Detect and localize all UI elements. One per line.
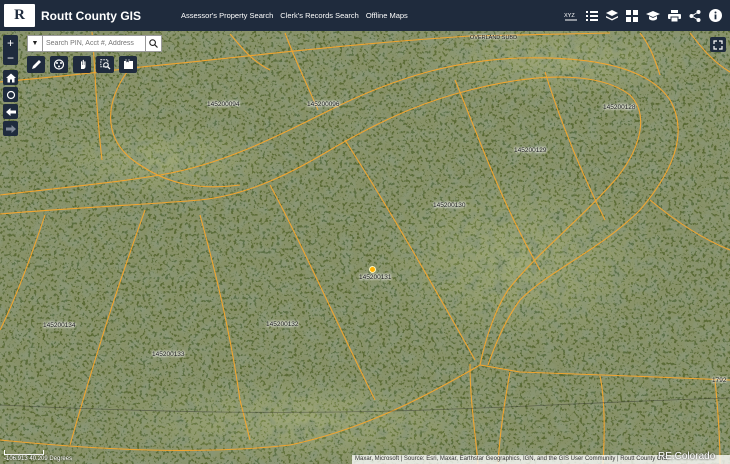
zoom-control: + −: [3, 35, 18, 65]
locate-icon: [6, 90, 15, 99]
map-view[interactable]: OVERLAND SUBD: [0, 31, 730, 464]
subdivision-label: OVERLAND SUBD: [470, 35, 518, 41]
select-button[interactable]: [96, 56, 114, 73]
top-bar: R Routt County GIS Assessor's Property S…: [0, 0, 730, 31]
bookmark-button[interactable]: [119, 56, 137, 73]
layers-icon[interactable]: [606, 9, 618, 22]
app-title: Routt County GIS: [41, 8, 141, 23]
scale-bar: [4, 450, 44, 455]
parcel-label[interactable]: 145200134: [43, 322, 76, 329]
parcel-label[interactable]: 1792: [712, 377, 726, 384]
home-button[interactable]: [3, 70, 18, 85]
basemap-icon[interactable]: [626, 9, 638, 22]
bookmark-icon: [123, 59, 133, 69]
nav-offline-maps[interactable]: Offline Maps: [366, 11, 408, 20]
parcel-label[interactable]: 145200130: [433, 202, 466, 209]
print-icon[interactable]: [668, 9, 681, 22]
zoom-out-button[interactable]: −: [3, 50, 18, 65]
map-nav-stack: [3, 70, 18, 136]
parcel-label[interactable]: 145200128: [603, 104, 636, 111]
county-logo: R: [4, 4, 35, 27]
search-icon: [149, 39, 158, 48]
svg-text:XYZ: XYZ: [564, 13, 575, 19]
measure-icon: [53, 59, 65, 70]
search-box: ▼: [27, 35, 162, 52]
locate-button[interactable]: [3, 87, 18, 102]
coordinate-readout: -106.913 40.209 Degrees: [4, 456, 73, 462]
logo-text: R: [14, 7, 25, 23]
hand-pointer-icon: [80, 59, 85, 69]
expand-icon: [713, 39, 723, 50]
chevron-down-icon: ▼: [31, 40, 39, 47]
arrow-right-icon: [5, 124, 16, 133]
nav-clerk-records-search[interactable]: Clerk's Records Search: [280, 11, 359, 20]
draw-button[interactable]: [27, 56, 45, 73]
search-input[interactable]: [43, 35, 146, 52]
measure-button[interactable]: [50, 56, 68, 73]
map-tools: [27, 56, 137, 73]
education-icon[interactable]: [646, 10, 660, 22]
parcel-label[interactable]: 145200096: [307, 101, 340, 108]
parcel-label[interactable]: 145200131: [359, 274, 392, 281]
parcel-label[interactable]: 145200094: [207, 101, 240, 108]
home-icon: [5, 73, 16, 82]
watermark: RE.Colorado: [658, 451, 716, 462]
search-source-dropdown[interactable]: ▼: [27, 35, 43, 52]
share-icon[interactable]: [689, 9, 701, 22]
select-zoom-icon: [99, 59, 110, 70]
info-icon[interactable]: [709, 9, 722, 22]
fullscreen-button[interactable]: [710, 37, 726, 52]
parcel-label[interactable]: 145200132: [266, 321, 299, 328]
xyz-icon[interactable]: XYZ: [564, 10, 578, 22]
arrow-left-icon: [5, 107, 16, 116]
parcel-label[interactable]: 145200129: [514, 147, 547, 154]
parcel-label[interactable]: 145200133: [152, 351, 185, 358]
search-button[interactable]: [146, 35, 162, 52]
previous-extent-button[interactable]: [3, 104, 18, 119]
next-extent-button[interactable]: [3, 121, 18, 136]
zoom-in-button[interactable]: +: [3, 35, 18, 50]
pencil-icon: [31, 60, 41, 69]
list-icon[interactable]: [586, 10, 598, 22]
nav-assessor-property-search[interactable]: Assessor's Property Search: [181, 11, 273, 20]
aerial-imagery: [0, 31, 730, 464]
identify-button[interactable]: [73, 56, 91, 73]
location-marker: [369, 266, 376, 273]
